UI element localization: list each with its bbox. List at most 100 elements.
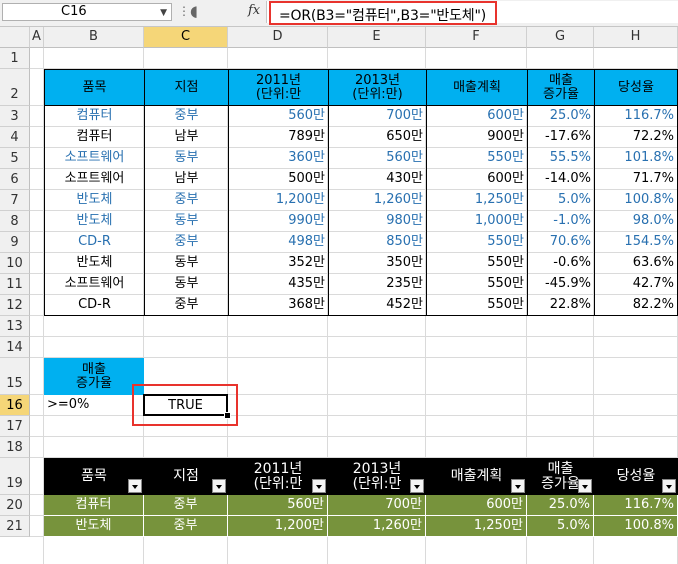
row-header-13[interactable]: 13 <box>0 316 30 337</box>
table1-cell: 63.6% <box>594 253 678 274</box>
table1-cell: -0.6% <box>527 253 594 274</box>
column-header-c[interactable]: C <box>144 27 228 48</box>
row-header-16[interactable]: 16 <box>0 395 30 416</box>
table1-cell: 중부 <box>144 190 228 211</box>
row-header-9[interactable]: 9 <box>0 232 30 253</box>
table2-header-label: 매출 증가율 <box>541 460 580 492</box>
table1-header-cell: 매출계획 <box>426 69 527 106</box>
column-header-a[interactable]: A <box>30 27 44 48</box>
table1-cell: 컴퓨터 <box>44 127 144 148</box>
table1-cell: 1,000만 <box>426 211 527 232</box>
table1-cell: 동부 <box>144 211 228 232</box>
table1-cell: 850만 <box>328 232 426 253</box>
criteria-value: >=0% <box>47 397 90 412</box>
table1-cell: 550만 <box>426 148 527 169</box>
filter-dropdown-icon[interactable] <box>578 479 592 493</box>
table1-cell: 550만 <box>426 253 527 274</box>
row-header-4[interactable]: 4 <box>0 127 30 148</box>
table1-cell: 남부 <box>144 169 228 190</box>
table1-cell: 중부 <box>144 106 228 127</box>
row-header-1[interactable]: 1 <box>0 48 30 69</box>
table1-cell: 82.2% <box>594 295 678 316</box>
table1-cell: 154.5% <box>594 232 678 253</box>
scroll-handle-icon[interactable]: ◖ <box>190 2 198 20</box>
table2-cell: 반도체 <box>44 516 144 537</box>
table1-cell: 동부 <box>144 148 228 169</box>
filter-dropdown-icon[interactable] <box>511 479 525 493</box>
table2-cell: 100.8% <box>594 516 678 537</box>
table1-cell: 550만 <box>426 232 527 253</box>
splitter-icon[interactable]: ⋮ <box>178 4 190 18</box>
table2-cell: 1,200만 <box>228 516 328 537</box>
row-header-8[interactable]: 8 <box>0 211 30 232</box>
table2-header-label: 2011년 (단위:만 <box>253 460 303 492</box>
table1-cell: 235만 <box>328 274 426 295</box>
insert-function-icon[interactable]: fx <box>248 3 260 18</box>
column-header-e[interactable]: E <box>328 27 426 48</box>
row-header-14[interactable]: 14 <box>0 337 30 358</box>
formula-text: =OR(B3="컴퓨터",B3="반도체") <box>279 8 486 24</box>
filter-dropdown-icon[interactable] <box>212 479 226 493</box>
filter-dropdown-icon[interactable] <box>128 479 142 493</box>
row-header-2[interactable]: 2 <box>0 69 30 106</box>
table2-header-cell: 매출계획 <box>426 458 527 495</box>
table2-cell: 560만 <box>228 495 328 516</box>
table2-cell: 5.0% <box>527 516 594 537</box>
table1-header-cell: 2013년 (단위:만) <box>328 69 426 106</box>
row-header-15[interactable]: 15 <box>0 358 30 395</box>
table2-header-label: 매출계획 <box>450 468 503 484</box>
criteria-header: 매출 증가율 <box>44 358 144 395</box>
table1-cell: 소프트웨어 <box>44 169 144 190</box>
column-header-h[interactable]: H <box>594 27 678 48</box>
table1-cell: 980만 <box>328 211 426 232</box>
table1-cell: -45.9% <box>527 274 594 295</box>
column-header-b[interactable]: B <box>44 27 144 48</box>
column-header-f[interactable]: F <box>426 27 527 48</box>
table1-cell: CD-R <box>44 232 144 253</box>
select-all-corner[interactable] <box>0 27 30 48</box>
table2-cell: 1,260만 <box>328 516 426 537</box>
table2-header-cell: 매출 증가율 <box>527 458 594 495</box>
table1-cell: 중부 <box>144 295 228 316</box>
row-header-6[interactable]: 6 <box>0 169 30 190</box>
row-header-3[interactable]: 3 <box>0 106 30 127</box>
filter-dropdown-icon[interactable] <box>312 479 326 493</box>
column-header-g[interactable]: G <box>527 27 594 48</box>
table1-cell: 700만 <box>328 106 426 127</box>
name-box[interactable]: C16 ▼ <box>2 3 172 21</box>
table1-cell: 990만 <box>228 211 328 232</box>
row-header-20[interactable]: 20 <box>0 495 30 516</box>
table1-cell: 498만 <box>228 232 328 253</box>
row-header-12[interactable]: 12 <box>0 295 30 316</box>
table1-cell: 560만 <box>228 106 328 127</box>
table2-header-label: 지점 <box>173 468 199 484</box>
name-box-value: C16 <box>61 4 87 19</box>
table1-cell: 72.2% <box>594 127 678 148</box>
row-header-10[interactable]: 10 <box>0 253 30 274</box>
table1-cell: 600만 <box>426 106 527 127</box>
filter-dropdown-icon[interactable] <box>662 479 676 493</box>
column-header-d[interactable]: D <box>228 27 328 48</box>
table1-cell: 동부 <box>144 253 228 274</box>
row-header-5[interactable]: 5 <box>0 148 30 169</box>
table2-cell: 25.0% <box>527 495 594 516</box>
table1-cell: -14.0% <box>527 169 594 190</box>
chevron-down-icon[interactable]: ▼ <box>160 5 167 21</box>
row-header-21[interactable]: 21 <box>0 516 30 537</box>
table1-header-cell: 매출 증가율 <box>527 69 594 106</box>
table1-cell: 1,250만 <box>426 190 527 211</box>
table1-cell: 430만 <box>328 169 426 190</box>
table1-cell: -17.6% <box>527 127 594 148</box>
table1-cell: 5.0% <box>527 190 594 211</box>
row-header-19[interactable]: 19 <box>0 458 30 495</box>
table1-cell: 101.8% <box>594 148 678 169</box>
row-header-11[interactable]: 11 <box>0 274 30 295</box>
table2-header-cell: 2013년 (단위:만 <box>328 458 426 495</box>
row-header-7[interactable]: 7 <box>0 190 30 211</box>
filter-dropdown-icon[interactable] <box>410 479 424 493</box>
table1-cell: 789만 <box>228 127 328 148</box>
table1-cell: 550만 <box>426 274 527 295</box>
table1-cell: 100.8% <box>594 190 678 211</box>
row-header-18[interactable]: 18 <box>0 437 30 458</box>
row-header-17[interactable]: 17 <box>0 416 30 437</box>
